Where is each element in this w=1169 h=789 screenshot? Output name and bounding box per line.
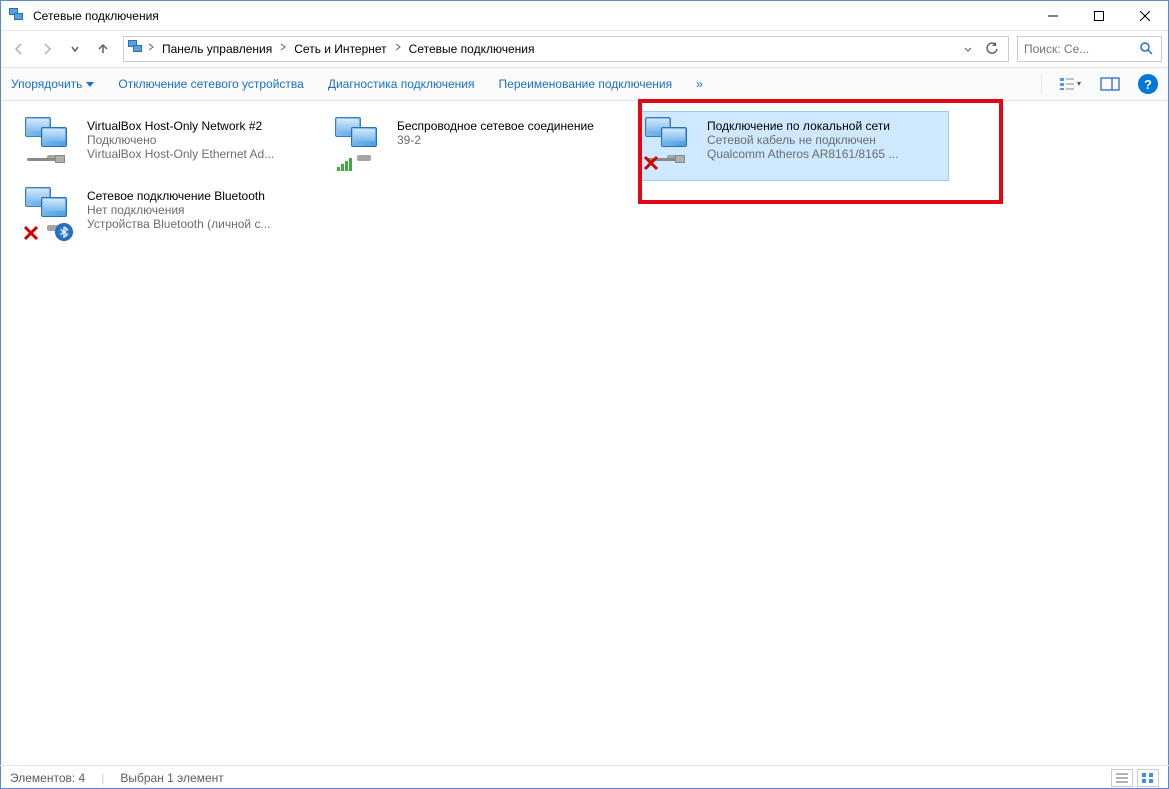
chevron-right-icon[interactable] bbox=[146, 40, 156, 59]
selection-count: Выбран 1 элемент bbox=[120, 771, 223, 785]
connection-bluetooth[interactable]: Сетевое подключение Bluetooth Нет подклю… bbox=[19, 181, 329, 251]
network-adapter-icon bbox=[25, 117, 81, 169]
disable-device-button[interactable]: Отключение сетевого устройства bbox=[118, 77, 303, 91]
address-row: Панель управления Сеть и Интернет Сетевы… bbox=[1, 31, 1168, 67]
window-title: Сетевые подключения bbox=[33, 9, 1030, 23]
connection-name: VirtualBox Host-Only Network #2 bbox=[87, 119, 323, 133]
connection-name: Сетевое подключение Bluetooth bbox=[87, 189, 323, 203]
network-adapter-icon bbox=[645, 117, 701, 169]
connection-device: Устройства Bluetooth (личной с... bbox=[87, 217, 323, 231]
breadcrumb-network-connections[interactable]: Сетевые подключения bbox=[403, 37, 541, 61]
disconnected-x-icon bbox=[643, 155, 659, 171]
connection-status: Нет подключения bbox=[87, 203, 323, 217]
breadcrumb-control-panel[interactable]: Панель управления bbox=[156, 37, 278, 61]
diagnose-button[interactable]: Диагностика подключения bbox=[328, 77, 475, 91]
breadcrumb-network-internet[interactable]: Сеть и Интернет bbox=[288, 37, 392, 61]
connection-name: Подключение по локальной сети bbox=[707, 119, 943, 133]
toolbar-separator bbox=[1041, 74, 1042, 94]
refresh-button[interactable] bbox=[980, 37, 1004, 61]
content-area: VirtualBox Host-Only Network #2 Подключе… bbox=[1, 101, 1168, 766]
close-button[interactable] bbox=[1122, 1, 1168, 30]
search-icon[interactable] bbox=[1139, 41, 1155, 57]
titlebar: Сетевые подключения bbox=[1, 1, 1168, 31]
window-icon bbox=[9, 8, 25, 24]
bluetooth-icon bbox=[55, 223, 73, 241]
view-options-button[interactable] bbox=[1058, 74, 1082, 94]
rename-button[interactable]: Переименование подключения bbox=[499, 77, 673, 91]
organize-button[interactable]: Упорядочить bbox=[11, 77, 94, 91]
connection-status: Подключено bbox=[87, 133, 323, 147]
search-input[interactable] bbox=[1024, 42, 1139, 56]
details-view-button[interactable] bbox=[1111, 769, 1133, 787]
up-button[interactable] bbox=[91, 37, 115, 61]
search-box[interactable] bbox=[1017, 36, 1162, 62]
connection-virtualbox[interactable]: VirtualBox Host-Only Network #2 Подключе… bbox=[19, 111, 329, 181]
command-bar: Упорядочить Отключение сетевого устройст… bbox=[1, 67, 1168, 101]
chevron-right-icon[interactable] bbox=[393, 40, 403, 59]
minimize-button[interactable] bbox=[1030, 1, 1076, 30]
connection-device: Qualcomm Atheros AR8161/8165 ... bbox=[707, 147, 943, 161]
connection-status: Сетевой кабель не подключен bbox=[707, 133, 943, 147]
network-adapter-icon bbox=[335, 117, 391, 169]
recent-dropdown[interactable] bbox=[63, 37, 87, 61]
status-bar: Элементов: 4 | Выбран 1 элемент bbox=[0, 765, 1169, 789]
chevron-right-icon[interactable] bbox=[278, 40, 288, 59]
forward-button[interactable] bbox=[35, 37, 59, 61]
connection-device: VirtualBox Host-Only Ethernet Ad... bbox=[87, 147, 323, 161]
connection-name: Беспроводное сетевое соединение bbox=[397, 119, 633, 133]
connection-wireless[interactable]: Беспроводное сетевое соединение 39-2 bbox=[329, 111, 639, 181]
icons-view-button[interactable] bbox=[1137, 769, 1159, 787]
address-dropdown[interactable] bbox=[956, 37, 980, 61]
preview-pane-button[interactable] bbox=[1098, 74, 1122, 94]
connection-lan[interactable]: Подключение по локальной сети Сетевой ка… bbox=[639, 111, 949, 181]
back-button[interactable] bbox=[7, 37, 31, 61]
toolbar-overflow[interactable]: » bbox=[696, 77, 703, 91]
address-bar[interactable]: Панель управления Сеть и Интернет Сетевы… bbox=[123, 36, 1009, 62]
location-icon bbox=[128, 40, 146, 58]
help-button[interactable]: ? bbox=[1138, 74, 1158, 94]
item-count: Элементов: 4 bbox=[10, 771, 85, 785]
maximize-button[interactable] bbox=[1076, 1, 1122, 30]
disconnected-x-icon bbox=[23, 225, 39, 241]
connection-status: 39-2 bbox=[397, 133, 633, 147]
network-adapter-icon bbox=[25, 187, 81, 239]
signal-bars-icon bbox=[337, 157, 355, 171]
